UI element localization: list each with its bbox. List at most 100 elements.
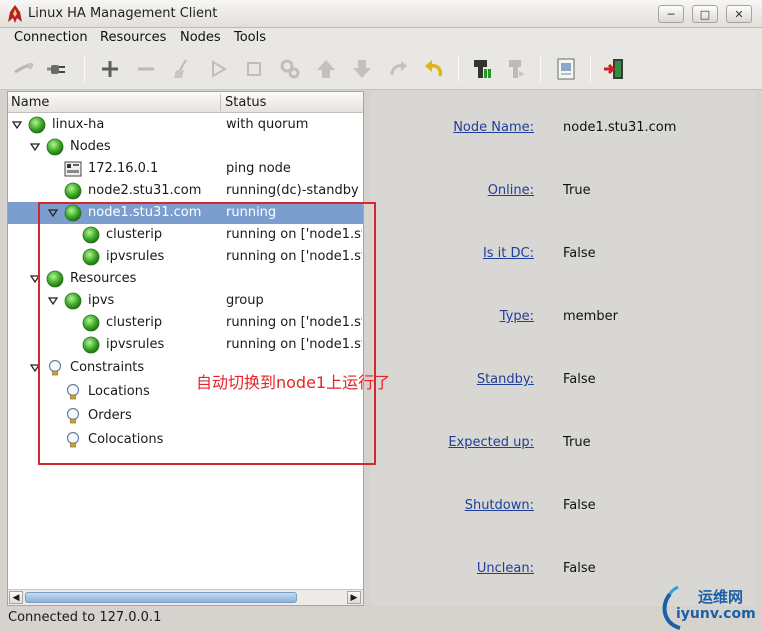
exit-button[interactable] bbox=[600, 56, 628, 82]
stop-button[interactable] bbox=[240, 56, 268, 82]
ping-node-icon bbox=[64, 161, 82, 177]
close-icon: ✕ bbox=[734, 7, 744, 21]
tree-row-label: Nodes bbox=[70, 139, 111, 154]
menu-nodes[interactable]: Nodes bbox=[180, 30, 221, 45]
property-label[interactable]: Shutdown: bbox=[374, 498, 534, 513]
close-button[interactable]: ✕ bbox=[726, 5, 752, 23]
tree-column-header: Name Status bbox=[8, 92, 363, 113]
tree-row-status: running(dc)-standby bbox=[226, 183, 359, 198]
toolbar-separator bbox=[590, 56, 591, 82]
scroll-right-button[interactable]: ▶ bbox=[347, 591, 361, 604]
move-down-button[interactable] bbox=[348, 56, 376, 82]
menu-tools[interactable]: Tools bbox=[234, 30, 266, 45]
move-up-icon bbox=[317, 60, 335, 78]
minimize-button[interactable]: ─ bbox=[658, 5, 684, 23]
standby-icon bbox=[474, 60, 491, 78]
start-button[interactable] bbox=[204, 56, 232, 82]
start-icon bbox=[212, 60, 227, 78]
expander-open-icon[interactable] bbox=[30, 142, 40, 152]
property-label[interactable]: Is it DC: bbox=[374, 246, 534, 261]
property-label[interactable]: Online: bbox=[374, 183, 534, 198]
annotation-text: 自动切换到node1上运行了 bbox=[196, 373, 391, 392]
redo-button[interactable] bbox=[384, 56, 412, 82]
property-value: True bbox=[563, 435, 591, 450]
app-logo-icon bbox=[8, 5, 22, 23]
property-label[interactable]: Expected up: bbox=[374, 435, 534, 450]
tree-row[interactable]: node2.stu31.com running(dc)-standby bbox=[8, 180, 363, 202]
property-value: False bbox=[563, 246, 596, 261]
add-icon bbox=[102, 61, 118, 77]
status-running-icon bbox=[46, 138, 64, 156]
view-xml-button[interactable] bbox=[552, 56, 580, 82]
menu-resources[interactable]: Resources bbox=[100, 30, 166, 45]
undo-icon bbox=[425, 60, 443, 77]
property-value: False bbox=[563, 372, 596, 387]
remove-icon bbox=[138, 67, 154, 71]
tree-row-label: 172.16.0.1 bbox=[88, 161, 159, 176]
scroll-left-icon: ◀ bbox=[12, 592, 20, 603]
menu-bar: Connection Resources Nodes Tools bbox=[0, 28, 762, 48]
maximize-button[interactable]: □ bbox=[692, 5, 718, 23]
tree-row-label: linux-ha bbox=[52, 117, 105, 132]
status-bar: Connected to 127.0.0.1 bbox=[0, 606, 762, 632]
move-up-button[interactable] bbox=[312, 56, 340, 82]
column-divider[interactable] bbox=[220, 94, 221, 111]
column-status-header[interactable]: Status bbox=[225, 95, 266, 110]
toolbar-separator bbox=[540, 56, 541, 82]
tree-row-status: ping node bbox=[226, 161, 291, 176]
property-label[interactable]: Type: bbox=[374, 309, 534, 324]
watermark: 运维网 iyunv.com bbox=[658, 584, 758, 630]
cleanup-button[interactable] bbox=[168, 56, 196, 82]
add-button[interactable] bbox=[96, 56, 124, 82]
horizontal-scrollbar[interactable]: ◀ ▶ bbox=[8, 589, 363, 605]
undo-button[interactable] bbox=[420, 56, 448, 82]
active-button[interactable] bbox=[502, 56, 530, 82]
disconnect-button[interactable] bbox=[10, 56, 38, 82]
tree-row[interactable]: linux-ha with quorum bbox=[8, 114, 363, 136]
column-name-header[interactable]: Name bbox=[11, 95, 49, 110]
connect-button[interactable] bbox=[44, 56, 72, 82]
property-value: True bbox=[563, 183, 591, 198]
minimize-icon: ─ bbox=[667, 7, 675, 21]
scroll-left-button[interactable]: ◀ bbox=[9, 591, 23, 604]
property-label[interactable]: Node Name: bbox=[374, 120, 534, 135]
stop-icon bbox=[247, 62, 261, 76]
menu-connection[interactable]: Connection bbox=[14, 30, 88, 45]
window-title: Linux HA Management Client bbox=[28, 6, 218, 21]
tree-row[interactable]: Nodes bbox=[8, 136, 363, 158]
tree-row-status: with quorum bbox=[226, 117, 309, 132]
remove-button[interactable] bbox=[132, 56, 160, 82]
expander-open-icon[interactable] bbox=[12, 120, 22, 130]
connect-icon bbox=[47, 65, 65, 74]
toolbar-separator bbox=[84, 56, 85, 82]
view-xml-icon bbox=[557, 58, 575, 80]
toolbar bbox=[0, 48, 762, 90]
tree-row-label: node2.stu31.com bbox=[88, 183, 202, 198]
watermark-bottom-text: iyunv.com bbox=[676, 606, 756, 622]
property-value: False bbox=[563, 561, 596, 576]
title-bar: Linux HA Management Client ─ □ ✕ bbox=[0, 0, 762, 28]
property-value: member bbox=[563, 309, 618, 324]
status-running-icon bbox=[64, 182, 82, 200]
annotation-highlight-box bbox=[38, 202, 376, 465]
move-down-icon bbox=[353, 60, 371, 78]
active-icon bbox=[509, 60, 525, 78]
tree-row[interactable]: 172.16.0.1 ping node bbox=[8, 158, 363, 180]
scroll-right-icon: ▶ bbox=[350, 592, 358, 603]
manage-button[interactable] bbox=[276, 56, 304, 82]
property-label[interactable]: Unclean: bbox=[374, 561, 534, 576]
redo-icon bbox=[390, 61, 407, 76]
status-running-icon bbox=[28, 116, 46, 134]
maximize-icon: □ bbox=[699, 7, 711, 21]
property-label[interactable]: Standby: bbox=[374, 372, 534, 387]
exit-icon bbox=[604, 59, 623, 79]
property-value: False bbox=[563, 498, 596, 513]
node-properties-pane: Node Name: node1.stu31.com Online: True Is i… bbox=[371, 91, 756, 606]
cleanup-icon bbox=[174, 59, 187, 78]
connection-status: Connected to 127.0.0.1 bbox=[8, 610, 162, 625]
toolbar-separator bbox=[458, 56, 459, 82]
standby-button[interactable] bbox=[468, 56, 496, 82]
scrollbar-thumb[interactable] bbox=[25, 592, 297, 603]
disconnect-icon bbox=[14, 63, 33, 74]
property-value: node1.stu31.com bbox=[563, 120, 677, 135]
